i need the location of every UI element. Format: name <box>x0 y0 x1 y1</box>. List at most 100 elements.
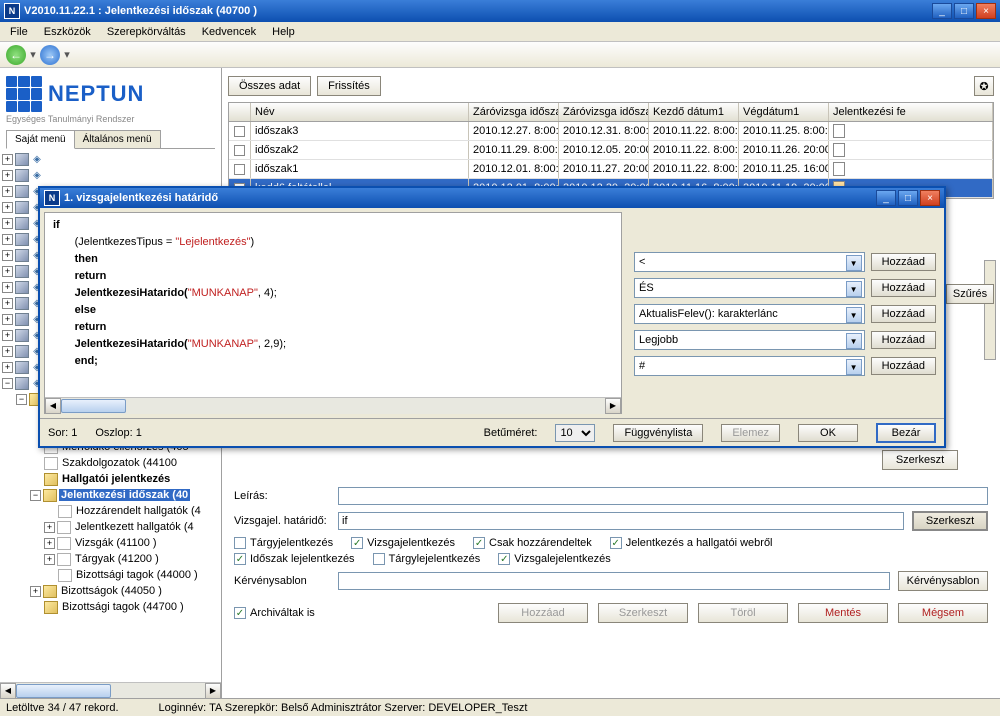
frissites-button[interactable]: Frissítés <box>317 76 381 96</box>
back-button[interactable]: ← <box>6 45 26 65</box>
cond-add-2[interactable]: Hozzáad <box>871 279 936 297</box>
tree-item-hallgatoi-jelentkezes[interactable]: Hallgatói jelentkezés <box>2 471 219 487</box>
cb-targyjelentkezes[interactable]: Tárgyjelentkezés <box>234 537 333 549</box>
scroll-right-button[interactable]: ▶ <box>205 683 221 699</box>
col-zarovizsga2[interactable]: Záróvizsga idősza... <box>559 103 649 121</box>
cb-vizsgajelentkezes[interactable]: Vizsgajelentkezés <box>351 537 455 549</box>
logo: NEPTUN <box>6 76 215 112</box>
menu-szerepkorvaltas[interactable]: Szerepkörváltás <box>99 24 194 40</box>
cond-combo-3[interactable]: AktualisFelev(): karakterlánc <box>634 304 865 324</box>
col-vegdatum[interactable]: Végdátum1 <box>739 103 829 121</box>
menu-file[interactable]: File <box>2 24 36 40</box>
logo-subtitle: Egységes Tanulmányi Rendszer <box>6 114 215 124</box>
minimize-button[interactable]: _ <box>932 3 952 19</box>
fuggvenylista-button[interactable]: Függvénylista <box>613 424 703 442</box>
data-grid[interactable]: Név Záróvizsga idősza... Záróvizsga idős… <box>228 102 994 199</box>
col-nev[interactable]: Név <box>251 103 469 121</box>
cond-add-5[interactable]: Hozzáad <box>871 357 936 375</box>
cb-idoszak-lejelentkezes[interactable]: Időszak lejelentkezés <box>234 553 355 565</box>
dialog-maximize-button[interactable]: □ <box>898 190 918 206</box>
col-jelentkezesi[interactable]: Jelentkezési fe <box>829 103 993 121</box>
dialog-close-button[interactable]: × <box>920 190 940 206</box>
cb-vizsgalejelentkezes[interactable]: Vizsgalejelentkezés <box>498 553 610 565</box>
cb-jelentkezes-webrol[interactable]: Jelentkezés a hallgatói webről <box>610 537 773 549</box>
cb-archivaltak[interactable]: Archiváltak is <box>234 607 315 619</box>
szerkeszt-button[interactable]: Szerkeszt <box>912 511 988 531</box>
tree-item-jelentkezesi-idoszak[interactable]: −Jelentkezési időszak (40 <box>2 487 219 503</box>
vizsgajel-label: Vizsgajel. határidő: <box>234 515 330 527</box>
cursor-col: Oszlop: 1 <box>95 427 141 439</box>
scroll-left-button[interactable]: ◀ <box>0 683 16 699</box>
doc-icon[interactable] <box>833 143 845 157</box>
menu-kedvencek[interactable]: Kedvencek <box>194 24 264 40</box>
osszes-adat-button[interactable]: Összes adat <box>228 76 311 96</box>
forward-button[interactable]: → <box>40 45 60 65</box>
cond-combo-2[interactable]: ÉS <box>634 278 865 298</box>
cond-add-1[interactable]: Hozzáad <box>871 253 936 271</box>
szures-button[interactable]: Szűrés <box>946 284 994 304</box>
row-checkbox[interactable] <box>234 126 245 137</box>
vertical-stack-icon[interactable] <box>984 260 996 360</box>
cond-add-3[interactable]: Hozzáad <box>871 305 936 323</box>
szerkeszt2-button[interactable]: Szerkeszt <box>598 603 688 623</box>
tree-hscroll[interactable]: ◀ ▶ <box>0 682 221 698</box>
fontsize-select[interactable]: 10 <box>555 424 595 442</box>
mentes-button[interactable]: Mentés <box>798 603 888 623</box>
tree-item-bizottsagok[interactable]: +Bizottságok (44050 ) <box>2 583 219 599</box>
cond-combo-5[interactable]: # <box>634 356 865 376</box>
window-title: V2010.11.22.1 : Jelentkezési időszak (40… <box>24 5 932 17</box>
cb-targylejelentkezes[interactable]: Tárgylejelentkezés <box>373 553 481 565</box>
status-right: Loginnév: TA Szerepkör: Belső Adminisztr… <box>159 702 528 714</box>
tab-sajat-menu[interactable]: Saját menü <box>6 130 75 149</box>
tree-item-szakdolgozatok[interactable]: Szakdolgozatok (44100 <box>2 455 219 471</box>
tree-item-hozzarendelt[interactable]: Hozzárendelt hallgatók (4 <box>2 503 219 519</box>
kervenysablon-button[interactable]: Kérvénysablon <box>898 571 988 591</box>
hozzaad-button[interactable]: Hozzáad <box>498 603 588 623</box>
row-checkbox[interactable] <box>234 145 245 156</box>
tab-altalanos-menu[interactable]: Általános menü <box>74 130 161 148</box>
szerkeszt-button-upper[interactable]: Szerkeszt <box>882 450 958 470</box>
kervenysablon-label: Kérvénysablon <box>234 575 330 587</box>
row-checkbox[interactable] <box>234 164 245 175</box>
close-button[interactable]: × <box>976 3 996 19</box>
tree-item-vizsgak[interactable]: +Vizsgák (41100 ) <box>2 535 219 551</box>
leiras-input[interactable] <box>338 487 988 505</box>
code-editor[interactable]: if (JelentkezesTipus = "Lejelentkezés") … <box>44 212 622 414</box>
megsem-button[interactable]: Mégsem <box>898 603 988 623</box>
cb-csak-hozzarendeltek[interactable]: Csak hozzárendeltek <box>473 537 592 549</box>
col-kezdo[interactable]: Kezdő dátum1 <box>649 103 739 121</box>
cond-combo-1[interactable]: < <box>634 252 865 272</box>
menu-eszkozok[interactable]: Eszközök <box>36 24 99 40</box>
forward-dropdown[interactable]: ▾ <box>62 48 72 61</box>
grid-row[interactable]: időszak22010.11.29. 8:00:02010.12.05. 20… <box>229 141 993 160</box>
cond-add-4[interactable]: Hozzáad <box>871 331 936 349</box>
back-dropdown[interactable]: ▾ <box>28 48 38 61</box>
cond-combo-4[interactable]: Legjobb <box>634 330 865 350</box>
grid-row[interactable]: időszak32010.12.27. 8:00:02010.12.31. 8:… <box>229 122 993 141</box>
ok-button[interactable]: OK <box>798 424 858 442</box>
grid-row[interactable]: időszak12010.12.01. 8:00:02010.11.27. 20… <box>229 160 993 179</box>
tree-item-jelentkezett[interactable]: +Jelentkezett hallgatók (4 <box>2 519 219 535</box>
tree-item-targyak[interactable]: +Tárgyak (41200 ) <box>2 551 219 567</box>
dialog-icon: N <box>44 190 60 206</box>
kervenysablon-input[interactable] <box>338 572 890 590</box>
main-titlebar: N V2010.11.22.1 : Jelentkezési időszak (… <box>0 0 1000 22</box>
torol-button[interactable]: Töröl <box>698 603 788 623</box>
help-icon-button[interactable]: ✪ <box>974 76 994 96</box>
doc-icon[interactable] <box>833 162 845 176</box>
maximize-button[interactable]: □ <box>954 3 974 19</box>
dialog-title: 1. vizsgajelentkezési határidő <box>64 192 876 204</box>
menu-help[interactable]: Help <box>264 24 303 40</box>
dialog-minimize-button[interactable]: _ <box>876 190 896 206</box>
bezar-button[interactable]: Bezár <box>876 423 936 443</box>
tree-item-bizottsagi-tagok-2[interactable]: Bizottsági tagok (44700 ) <box>2 599 219 615</box>
elemez-button[interactable]: Elemez <box>721 424 780 442</box>
grid-header[interactable]: Név Záróvizsga idősza... Záróvizsga idős… <box>229 103 993 122</box>
doc-icon[interactable] <box>833 124 845 138</box>
code-hscroll[interactable]: ◀▶ <box>45 397 621 413</box>
app-icon: N <box>4 3 20 19</box>
vizsgajel-input[interactable] <box>338 512 904 530</box>
col-zarovizsga1[interactable]: Záróvizsga idősza... <box>469 103 559 121</box>
logo-text: NEPTUN <box>48 81 144 107</box>
tree-item-bizottsagi-tagok[interactable]: Bizottsági tagok (44000 ) <box>2 567 219 583</box>
